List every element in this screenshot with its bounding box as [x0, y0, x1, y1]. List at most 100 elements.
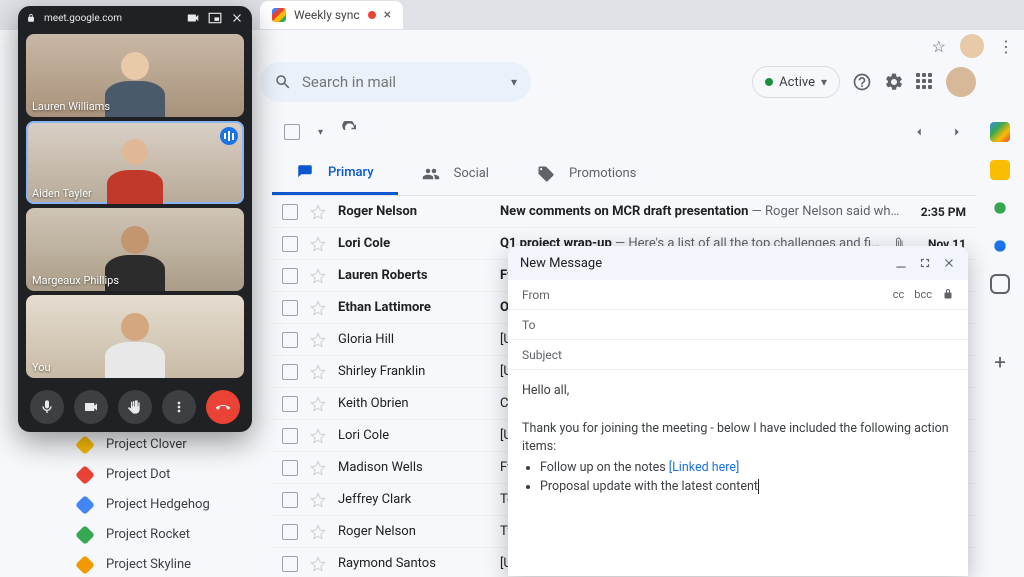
- minimize-icon[interactable]: [894, 256, 908, 270]
- star-icon[interactable]: [310, 492, 326, 508]
- participant-tile-self[interactable]: You: [26, 295, 244, 378]
- pip-close-icon[interactable]: [230, 11, 244, 25]
- close-icon[interactable]: [942, 256, 956, 270]
- status-label: Active: [779, 75, 815, 90]
- browser-menu-icon[interactable]: ⋮: [998, 37, 1014, 56]
- row-checkbox[interactable]: [282, 492, 298, 508]
- star-icon[interactable]: [310, 524, 326, 540]
- row-checkbox[interactable]: [282, 428, 298, 444]
- select-all-checkbox[interactable]: [284, 124, 300, 140]
- next-page-icon[interactable]: [950, 125, 964, 139]
- search-box[interactable]: ▾: [260, 62, 531, 102]
- category-tabs: Primary Social Promotions: [272, 152, 976, 196]
- participant-tile-active[interactable]: Aiden Tayler: [26, 121, 244, 204]
- lock-icon[interactable]: [942, 288, 954, 300]
- star-icon[interactable]: [310, 332, 326, 348]
- sender: Jeffrey Clark: [338, 492, 488, 507]
- camera-icon[interactable]: [186, 11, 200, 25]
- speaking-indicator-icon: [220, 127, 238, 145]
- label-item[interactable]: Project Clover: [68, 432, 220, 457]
- row-checkbox[interactable]: [282, 204, 298, 220]
- tab-social[interactable]: Social: [398, 152, 513, 195]
- row-checkbox[interactable]: [282, 460, 298, 476]
- label-color-icon: [75, 495, 95, 515]
- star-icon[interactable]: [310, 300, 326, 316]
- add-addon-icon[interactable]: +: [994, 350, 1005, 374]
- row-checkbox[interactable]: [282, 332, 298, 348]
- fullscreen-icon[interactable]: [918, 256, 932, 270]
- compose-header[interactable]: New Message: [508, 246, 968, 280]
- row-checkbox[interactable]: [282, 364, 298, 380]
- compose-from-field[interactable]: From cc bcc: [508, 280, 968, 310]
- mail-toolbar: ▾: [272, 112, 976, 152]
- label-color-icon: [75, 465, 95, 485]
- browser-toolbar-right: ☆ ⋮: [932, 34, 1014, 58]
- pip-return-icon[interactable]: [208, 11, 222, 25]
- browser-tab[interactable]: Weekly sync ×: [260, 1, 403, 29]
- tab-promotions[interactable]: Promotions: [513, 152, 660, 195]
- chrome-profile-avatar[interactable]: [960, 34, 984, 58]
- participant-tile[interactable]: Margeaux Phillips: [26, 208, 244, 291]
- status-chip[interactable]: Active ▾: [752, 66, 840, 98]
- label-color-icon: [75, 435, 95, 455]
- pip-url: meet.google.com: [44, 13, 178, 24]
- search-input[interactable]: [302, 73, 501, 91]
- end-call-button[interactable]: [206, 390, 240, 424]
- tasks-addon-icon[interactable]: [990, 236, 1010, 256]
- sender: Madison Wells: [338, 460, 488, 475]
- star-icon[interactable]: [310, 268, 326, 284]
- star-icon[interactable]: [310, 204, 326, 220]
- star-icon[interactable]: [310, 364, 326, 380]
- sender: Roger Nelson: [338, 204, 488, 219]
- label-item[interactable]: Project Hedgehog: [68, 492, 220, 517]
- refresh-button[interactable]: [341, 121, 359, 143]
- row-checkbox[interactable]: [282, 524, 298, 540]
- label-item[interactable]: Project Dot: [68, 462, 220, 487]
- meet-pip-window[interactable]: meet.google.com Lauren Williams Aiden Ta…: [18, 6, 252, 432]
- pip-participant-grid: Lauren Williams Aiden Tayler Margeaux Ph…: [18, 30, 252, 382]
- label-name: Project Clover: [106, 437, 187, 452]
- account-avatar[interactable]: [946, 67, 976, 97]
- linked-here-link[interactable]: [Linked here]: [669, 460, 740, 475]
- calendar-addon-icon[interactable]: [990, 122, 1010, 142]
- row-checkbox[interactable]: [282, 236, 298, 252]
- search-options-icon[interactable]: ▾: [511, 75, 517, 89]
- mute-button[interactable]: [30, 390, 64, 424]
- label-item[interactable]: Project Skyline: [68, 552, 220, 577]
- email-row[interactable]: Roger Nelson New comments on MCR draft p…: [272, 196, 976, 228]
- tab-close-icon[interactable]: ×: [384, 7, 391, 23]
- label-item[interactable]: Project Rocket: [68, 522, 220, 547]
- label-color-icon: [75, 555, 95, 575]
- row-checkbox[interactable]: [282, 396, 298, 412]
- bookmark-star-icon[interactable]: ☆: [932, 37, 946, 56]
- gmail-header: ▾ Active ▾: [260, 60, 976, 104]
- compose-body[interactable]: Hello all, Thank you for joining the mee…: [508, 370, 968, 509]
- cc-link[interactable]: cc: [893, 288, 905, 301]
- settings-gear-icon[interactable]: [884, 72, 904, 92]
- row-checkbox[interactable]: [282, 268, 298, 284]
- star-icon[interactable]: [310, 236, 326, 252]
- tab-primary[interactable]: Primary: [272, 152, 398, 195]
- select-menu-caret-icon[interactable]: ▾: [318, 127, 323, 138]
- bcc-link[interactable]: bcc: [914, 288, 932, 301]
- phone-addon-icon[interactable]: [990, 198, 1010, 218]
- row-checkbox[interactable]: [282, 556, 298, 572]
- raise-hand-button[interactable]: [118, 390, 152, 424]
- star-icon[interactable]: [310, 460, 326, 476]
- sender: Lori Cole: [338, 428, 488, 443]
- star-icon[interactable]: [310, 428, 326, 444]
- star-icon[interactable]: [310, 396, 326, 412]
- row-checkbox[interactable]: [282, 300, 298, 316]
- compose-subject-field[interactable]: Subject: [508, 340, 968, 370]
- more-options-button[interactable]: [162, 390, 196, 424]
- chevron-down-icon[interactable]: ▾: [821, 75, 827, 89]
- apps-grid-icon[interactable]: [916, 73, 934, 91]
- prev-page-icon[interactable]: [912, 125, 926, 139]
- camera-button[interactable]: [74, 390, 108, 424]
- compose-to-field[interactable]: To: [508, 310, 968, 340]
- help-icon[interactable]: [852, 72, 872, 92]
- keep-addon-icon[interactable]: [990, 160, 1010, 180]
- star-icon[interactable]: [310, 556, 326, 572]
- participant-tile[interactable]: Lauren Williams: [26, 34, 244, 117]
- contacts-addon-icon[interactable]: [990, 274, 1010, 294]
